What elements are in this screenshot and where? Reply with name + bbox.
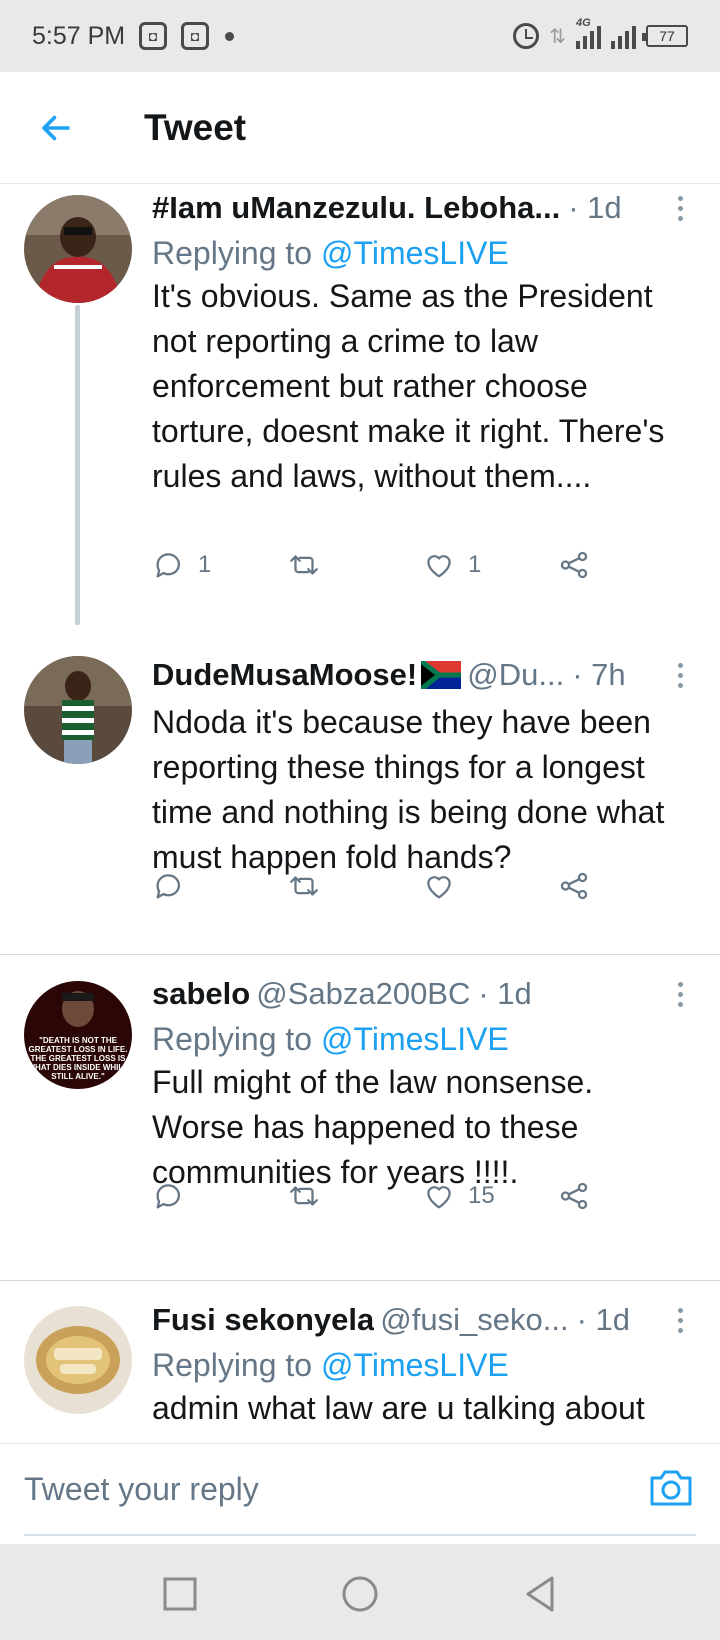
retweet-icon xyxy=(290,555,318,575)
replying-to: Replying to @TimesLIVE xyxy=(152,1347,692,1384)
app-notification-icon: ◘ xyxy=(181,22,210,50)
replying-to-mention[interactable]: @TimesLIVE xyxy=(321,235,509,271)
more-options-icon[interactable] xyxy=(668,190,692,226)
page-title: Tweet xyxy=(144,106,247,148)
reply-count: 1 xyxy=(198,551,212,578)
thread-line xyxy=(75,305,80,625)
recent-apps-button[interactable] xyxy=(160,1574,200,1614)
tweet-author-name[interactable]: Fusi sekonyela xyxy=(152,1302,374,1338)
tweet-timestamp: · 1d xyxy=(478,976,532,1011)
signal-icon xyxy=(611,23,636,49)
tweet[interactable]: "DEATH IS NOT THE GREATEST LOSS IN LIFE.… xyxy=(0,955,720,1280)
like-count: 15 xyxy=(468,1182,495,1209)
avatar[interactable] xyxy=(24,656,132,764)
tweet-timestamp: · 7h xyxy=(572,657,626,692)
arrow-left-icon xyxy=(42,115,70,140)
reply-icon xyxy=(156,553,181,578)
home-button[interactable] xyxy=(340,1574,380,1614)
svg-text:STILL ALIVE.": STILL ALIVE." xyxy=(51,1072,105,1081)
svg-text:WHAT DIES INSIDE WHILE: WHAT DIES INSIDE WHILE xyxy=(27,1063,129,1072)
status-bar: 5:57 PM ◘ ◘ ⇅ 4G 77 xyxy=(0,0,720,72)
back-nav-button[interactable] xyxy=(520,1574,560,1614)
battery-icon: 77 xyxy=(642,25,688,47)
reply-icon xyxy=(156,874,181,899)
avatar[interactable] xyxy=(24,195,132,303)
svg-text:THE GREATEST LOSS IS: THE GREATEST LOSS IS xyxy=(31,1054,127,1063)
heart-icon xyxy=(427,555,451,578)
signal-icon: 4G xyxy=(576,17,601,49)
tweet-timestamp: · 1d xyxy=(576,1302,630,1337)
tweet-author-handle[interactable]: @fusi_seko... xyxy=(380,1302,568,1338)
reply-input[interactable] xyxy=(24,1444,696,1536)
app-header: Tweet xyxy=(0,72,720,184)
more-options-icon[interactable] xyxy=(668,657,692,693)
retweet-icon xyxy=(290,876,318,896)
heart-icon xyxy=(427,1186,451,1209)
like-button[interactable]: 15 xyxy=(422,1174,495,1218)
replying-to-mention[interactable]: @TimesLIVE xyxy=(321,1021,509,1057)
tweet-author-name[interactable]: DudeMusaMoose! xyxy=(152,657,417,693)
more-options-icon[interactable] xyxy=(668,976,692,1012)
tweet-actions: 1 1 xyxy=(152,543,632,587)
more-options-icon[interactable] xyxy=(668,1302,692,1338)
tweet-timestamp: · 1d xyxy=(568,190,622,225)
south-africa-flag-icon xyxy=(419,658,462,692)
camera-icon[interactable] xyxy=(648,1468,694,1508)
tweet-text: It's obvious. Same as the President not … xyxy=(152,278,665,494)
svg-text:GREATEST LOSS IN LIFE.: GREATEST LOSS IN LIFE. xyxy=(29,1045,128,1054)
share-button[interactable] xyxy=(557,864,591,908)
like-count: 1 xyxy=(468,551,482,578)
like-button[interactable] xyxy=(422,864,468,908)
reply-button[interactable] xyxy=(152,1174,198,1218)
replying-to-label: Replying to xyxy=(152,1021,313,1057)
tweet-author-name[interactable]: sabelo xyxy=(152,976,250,1012)
data-transfer-icon: ⇅ xyxy=(549,25,566,48)
reply-button[interactable] xyxy=(152,864,198,908)
alarm-icon xyxy=(513,23,540,49)
tweet-author-name[interactable]: #Iam uManzezulu. Leboha... xyxy=(152,190,560,226)
share-icon xyxy=(560,872,588,900)
network-type-label: 4G xyxy=(576,17,591,29)
tweet[interactable]: #Iam uManzezulu. Leboha... · 1d Replying… xyxy=(0,185,720,625)
tweet-author-handle[interactable]: @Sabza200BC xyxy=(256,976,470,1012)
retweet-icon xyxy=(290,1186,318,1206)
retweet-button[interactable] xyxy=(287,543,333,587)
replying-to-label: Replying to xyxy=(152,235,313,271)
share-icon xyxy=(560,1182,588,1210)
share-button[interactable] xyxy=(557,1174,591,1218)
svg-text:"DEATH IS NOT THE: "DEATH IS NOT THE xyxy=(39,1036,118,1045)
tweet-author-handle[interactable]: @Du... xyxy=(467,657,564,693)
retweet-button[interactable] xyxy=(287,864,333,908)
status-time: 5:57 PM xyxy=(32,21,126,50)
tweet-text: Ndoda it's because they have been report… xyxy=(152,704,665,875)
more-notifications-dot-icon xyxy=(225,31,235,41)
retweet-button[interactable] xyxy=(287,1174,333,1218)
replying-to: Replying to @TimesLIVE xyxy=(152,1021,692,1058)
battery-level: 77 xyxy=(659,28,675,44)
back-button[interactable] xyxy=(0,72,112,184)
reply-icon xyxy=(156,1184,181,1209)
tweet[interactable]: Fusi sekonyela @fusi_seko... · 1d Replyi… xyxy=(0,1281,720,1443)
reply-button[interactable]: 1 xyxy=(152,543,211,587)
share-icon xyxy=(560,551,588,579)
replying-to: Replying to @TimesLIVE xyxy=(152,235,692,272)
app-notification-icon: ◘ xyxy=(139,22,168,50)
share-button[interactable] xyxy=(557,543,591,587)
tweet-actions xyxy=(152,864,632,908)
tweet-text: admin what law are u talking about xyxy=(152,1390,645,1426)
replying-to-label: Replying to xyxy=(152,1347,313,1383)
system-navigation-bar xyxy=(0,1544,720,1640)
reply-composer xyxy=(0,1443,720,1543)
like-button[interactable]: 1 xyxy=(422,543,481,587)
avatar[interactable] xyxy=(24,1306,132,1414)
heart-icon xyxy=(427,876,451,899)
replying-to-mention[interactable]: @TimesLIVE xyxy=(321,1347,509,1383)
tweet[interactable]: DudeMusaMoose! @Du... · 7h Ndoda it's be… xyxy=(0,640,720,954)
tweet-actions: 15 xyxy=(152,1174,632,1218)
avatar[interactable]: "DEATH IS NOT THE GREATEST LOSS IN LIFE.… xyxy=(24,981,132,1089)
